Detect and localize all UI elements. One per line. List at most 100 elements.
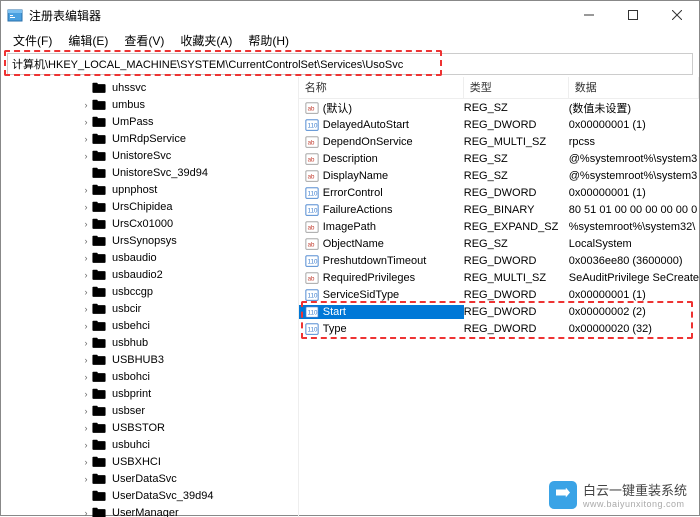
value-name: FailureActions — [323, 204, 464, 216]
chevron-icon[interactable]: › — [81, 457, 91, 467]
chevron-icon[interactable]: › — [81, 219, 91, 229]
chevron-icon[interactable]: › — [81, 253, 91, 263]
menu-edit[interactable]: 编辑(E) — [60, 30, 116, 51]
value-name: (默认) — [323, 100, 464, 116]
value-row[interactable]: 110TypeREG_DWORD0x00000020 (32) — [299, 320, 699, 337]
tree-item-umrdpservice[interactable]: ›UmRdpService — [1, 130, 298, 147]
chevron-icon[interactable]: › — [81, 287, 91, 297]
close-button[interactable] — [655, 1, 699, 29]
chevron-icon[interactable]: › — [81, 117, 91, 127]
address-bar[interactable]: 计算机\HKEY_LOCAL_MACHINE\SYSTEM\CurrentCon… — [7, 53, 693, 75]
tree-item-unistoresvc[interactable]: ›UnistoreSvc — [1, 147, 298, 164]
tree-item-unistoresvc_39d94[interactable]: UnistoreSvc_39d94 — [1, 164, 298, 181]
tree-item-umpass[interactable]: ›UmPass — [1, 113, 298, 130]
value-row[interactable]: abRequiredPrivilegesREG_MULTI_SZSeAuditP… — [299, 269, 699, 286]
tree-item-usbstor[interactable]: ›USBSTOR — [1, 419, 298, 436]
value-data: 0x00000002 (2) — [569, 306, 699, 318]
chevron-icon[interactable]: › — [81, 372, 91, 382]
tree-item-usbhub3[interactable]: ›USBHUB3 — [1, 351, 298, 368]
value-row[interactable]: 110ServiceSidTypeREG_DWORD0x00000001 (1) — [299, 286, 699, 303]
value-type: REG_DWORD — [464, 255, 569, 267]
chevron-icon[interactable]: › — [81, 355, 91, 365]
maximize-button[interactable] — [611, 1, 655, 29]
tree-item-usbser[interactable]: ›usbser — [1, 402, 298, 419]
value-row[interactable]: 110ErrorControlREG_DWORD0x00000001 (1) — [299, 184, 699, 201]
value-data: rpcss — [569, 136, 699, 148]
value-name: DelayedAutoStart — [323, 119, 464, 131]
tree-label: UrsSynopsys — [109, 235, 180, 247]
chevron-icon[interactable]: › — [81, 389, 91, 399]
tree-item-usbaudio[interactable]: › usbaudio — [1, 249, 298, 266]
chevron-icon[interactable]: › — [81, 321, 91, 331]
chevron-icon[interactable]: › — [81, 406, 91, 416]
chevron-icon[interactable]: › — [81, 270, 91, 280]
tree-item-usermanager[interactable]: ›UserManager — [1, 504, 298, 517]
chevron-icon[interactable]: › — [81, 202, 91, 212]
binary-value-icon: 110 — [305, 254, 319, 268]
tree-item-urschipidea[interactable]: ›UrsChipidea — [1, 198, 298, 215]
menu-file[interactable]: 文件(F) — [5, 30, 60, 51]
chevron-icon[interactable]: › — [81, 338, 91, 348]
menu-help[interactable]: 帮助(H) — [240, 30, 297, 51]
chevron-icon[interactable]: › — [81, 423, 91, 433]
chevron-icon[interactable]: › — [81, 474, 91, 484]
tree-item-usbprint[interactable]: ›usbprint — [1, 385, 298, 402]
chevron-icon[interactable]: › — [81, 151, 91, 161]
tree-item-urscx01000[interactable]: ›UrsCx01000 — [1, 215, 298, 232]
tree-item-userdatasvc[interactable]: ›UserDataSvc — [1, 470, 298, 487]
watermark-brand: 白云一键重装系统 — [583, 480, 687, 499]
chevron-icon[interactable]: › — [81, 304, 91, 314]
folder-icon — [92, 234, 106, 248]
tree-item-usbccgp[interactable]: ›usbccgp — [1, 283, 298, 300]
svg-text:ab: ab — [307, 139, 314, 146]
value-row[interactable]: abImagePathREG_EXPAND_SZ%systemroot%\sys… — [299, 218, 699, 235]
value-row[interactable]: abObjectNameREG_SZLocalSystem — [299, 235, 699, 252]
chevron-icon[interactable]: › — [81, 100, 91, 110]
tree-item-userdatasvc_39d94[interactable]: UserDataSvc_39d94 — [1, 487, 298, 504]
value-row[interactable]: 110DelayedAutoStartREG_DWORD0x00000001 (… — [299, 116, 699, 133]
tree-item-usbcir[interactable]: ›usbcir — [1, 300, 298, 317]
col-type[interactable]: 类型 — [464, 77, 569, 98]
value-row[interactable]: abDependOnServiceREG_MULTI_SZrpcss — [299, 133, 699, 150]
value-row[interactable]: 110PreshutdownTimeoutREG_DWORD0x0036ee80… — [299, 252, 699, 269]
tree-item-usbehci[interactable]: ›usbehci — [1, 317, 298, 334]
tree-label: usbaudio — [109, 252, 160, 264]
value-list[interactable]: 名称 类型 数据 ab(默认)REG_SZ(数值未设置)110DelayedAu… — [299, 77, 699, 517]
value-row[interactable]: abDescriptionREG_SZ@%systemroot%\system3 — [299, 150, 699, 167]
tree-item-umbus[interactable]: ›umbus — [1, 96, 298, 113]
string-value-icon: ab — [305, 152, 319, 166]
tree-item-upnphost[interactable]: ›upnphost — [1, 181, 298, 198]
minimize-button[interactable] — [567, 1, 611, 29]
value-row[interactable]: 110StartREG_DWORD0x00000002 (2) — [299, 303, 699, 320]
chevron-icon[interactable]: › — [81, 185, 91, 195]
chevron-icon[interactable]: › — [81, 440, 91, 450]
tree-item-urssynopsys[interactable]: › UrsSynopsys — [1, 232, 298, 249]
address-path: 计算机\HKEY_LOCAL_MACHINE\SYSTEM\CurrentCon… — [12, 59, 403, 71]
value-name: RequiredPrivileges — [323, 272, 464, 284]
folder-icon — [92, 353, 106, 367]
tree-item-usbohci[interactable]: ›usbohci — [1, 368, 298, 385]
value-type: REG_SZ — [464, 238, 569, 250]
tree-item-usbaudio2[interactable]: ›usbaudio2 — [1, 266, 298, 283]
value-row[interactable]: 110FailureActionsREG_BINARY80 51 01 00 0… — [299, 201, 699, 218]
chevron-icon[interactable]: › — [81, 236, 91, 246]
folder-icon — [92, 387, 106, 401]
svg-text:110: 110 — [307, 292, 317, 299]
col-name[interactable]: 名称 — [299, 77, 464, 98]
string-value-icon: ab — [305, 101, 319, 115]
value-row[interactable]: ab(默认)REG_SZ(数值未设置) — [299, 99, 699, 116]
value-row[interactable]: abDisplayNameREG_SZ@%systemroot%\system3 — [299, 167, 699, 184]
menu-favorites[interactable]: 收藏夹(A) — [172, 30, 240, 51]
tree-item-usbuhci[interactable]: ›usbuhci — [1, 436, 298, 453]
folder-icon — [92, 472, 106, 486]
menu-view[interactable]: 查看(V) — [116, 30, 172, 51]
chevron-icon[interactable]: › — [81, 134, 91, 144]
value-data: 0x00000001 (1) — [569, 187, 699, 199]
titlebar: 注册表编辑器 — [1, 1, 699, 29]
tree-item-usbxhci[interactable]: ›USBXHCI — [1, 453, 298, 470]
tree-item-uhssvc[interactable]: uhssvc — [1, 79, 298, 96]
col-data[interactable]: 数据 — [569, 77, 699, 98]
tree-item-usbhub[interactable]: ›usbhub — [1, 334, 298, 351]
registry-tree[interactable]: uhssvc›umbus›UmPass›UmRdpService›Unistor… — [1, 77, 299, 517]
string-value-icon: ab — [305, 237, 319, 251]
